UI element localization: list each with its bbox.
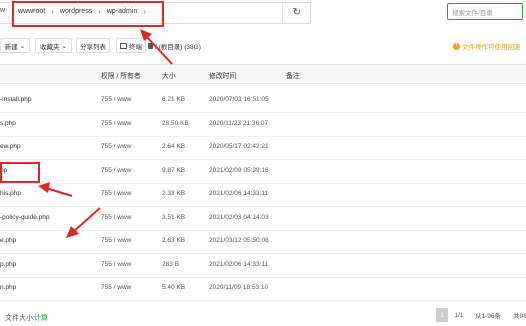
calculate-link[interactable]: 计算 — [34, 313, 48, 323]
arrow-2-line — [45, 187, 73, 197]
arrow-3-line — [72, 207, 101, 233]
arrow-1-line — [145, 35, 173, 65]
page-current[interactable]: 1 — [436, 308, 448, 322]
file-size-label: 文件大小: — [5, 315, 35, 322]
page-range: 从1-96条 — [474, 313, 501, 320]
arrow-2-head — [38, 182, 50, 193]
footer: 文件大小: 计算 1 1/1 从1-96条 共96 — [0, 306, 526, 326]
annotation-arrows — [38, 29, 173, 238]
page-total: 1/1 — [454, 311, 464, 319]
page-total-count: 共96 — [513, 313, 526, 320]
